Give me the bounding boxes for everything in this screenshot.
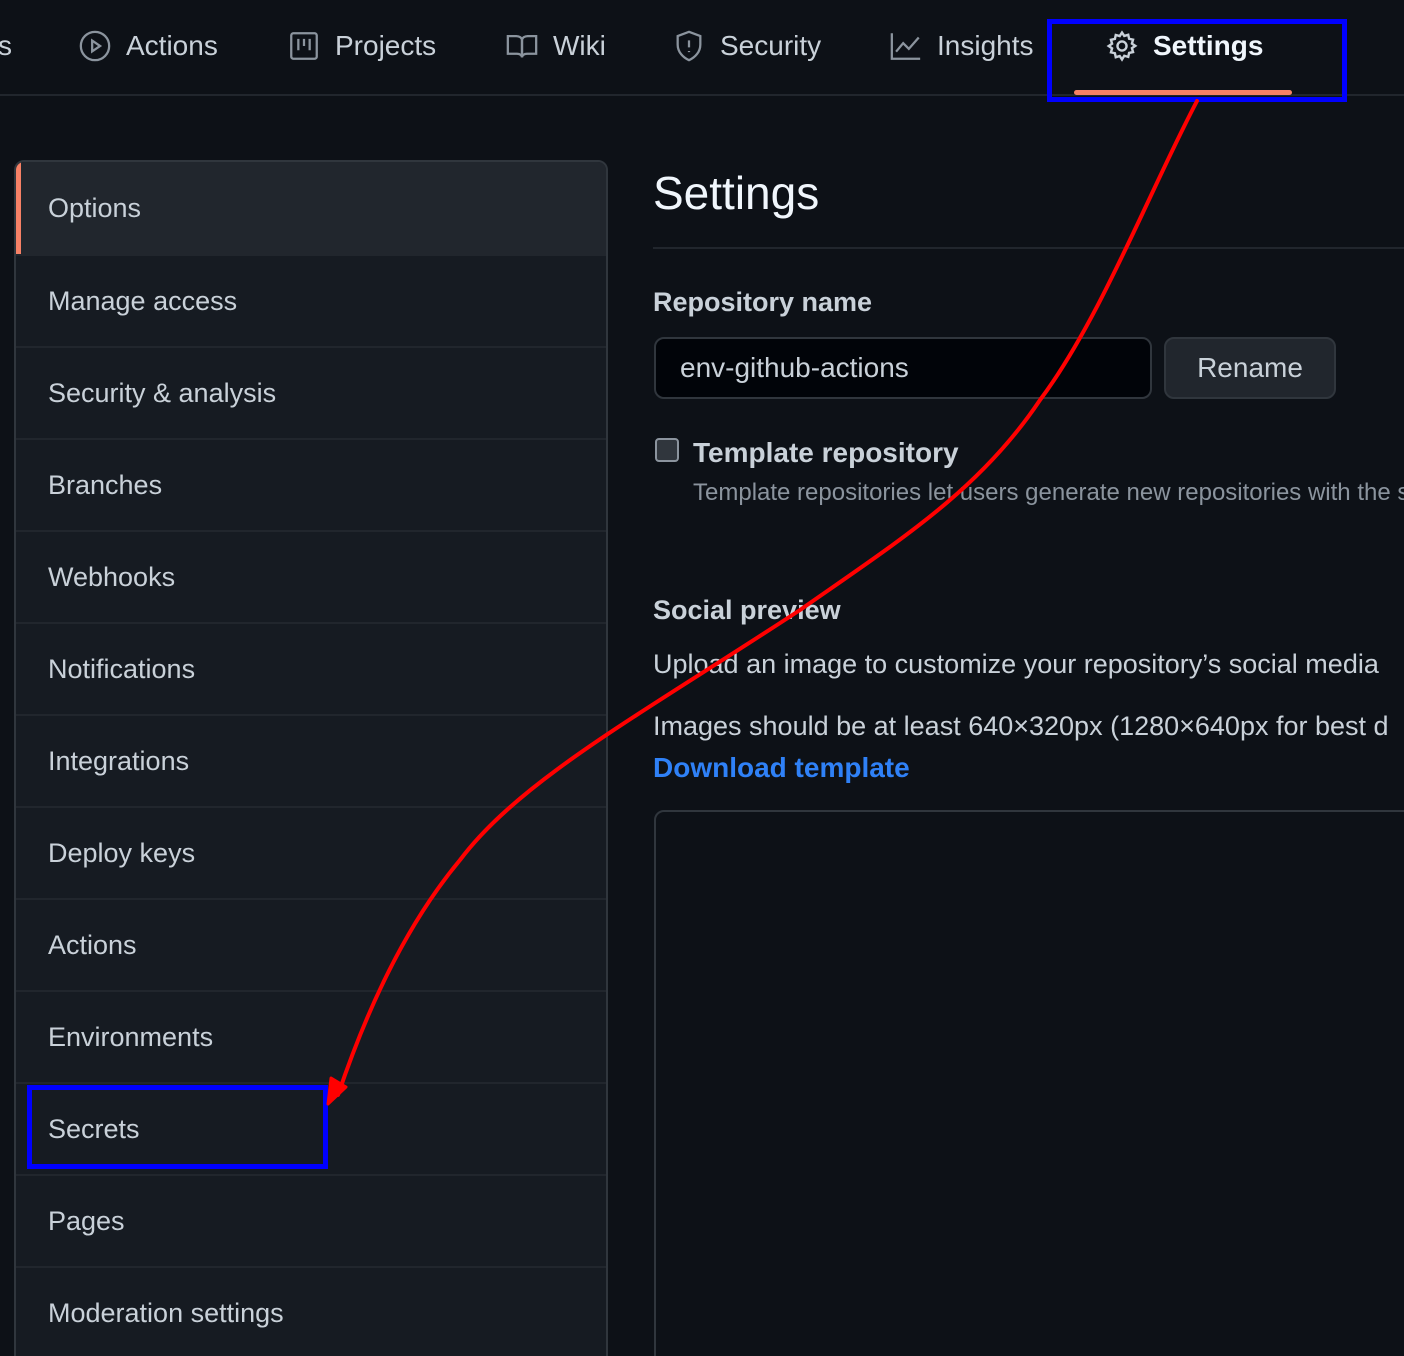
play-icon — [78, 29, 112, 63]
tab-projects[interactable]: Projects — [287, 26, 436, 66]
sidebar-item-label: Deploy keys — [48, 837, 196, 868]
sidebar-item-label: Actions — [48, 929, 137, 960]
sidebar-item-integrations[interactable]: Integrations — [16, 714, 606, 806]
sidebar-item-label: Options — [48, 192, 142, 223]
github-repo-settings-page: s Actions Projects Wiki Security Insight… — [0, 0, 1404, 1356]
image-size-hint: Images should be at least 640×320px (128… — [653, 711, 1389, 741]
tab-security[interactable]: Security — [672, 26, 821, 66]
sidebar-item-deploy-keys[interactable]: Deploy keys — [16, 806, 606, 898]
sidebar-item-manage-access[interactable]: Manage access — [16, 254, 606, 346]
tab-partial-label: s — [0, 30, 12, 61]
social-preview-image-area[interactable] — [654, 810, 1404, 1356]
sidebar-item-label: Moderation settings — [48, 1297, 284, 1328]
sidebar-item-label: Notifications — [48, 653, 196, 684]
settings-sidebar: Options Manage access Security & analysi… — [14, 160, 608, 1356]
sidebar-item-label: Pages — [48, 1205, 125, 1236]
sidebar-item-pages[interactable]: Pages — [16, 1174, 606, 1266]
tab-insights[interactable]: Insights — [889, 26, 1034, 66]
sidebar-item-actions[interactable]: Actions — [16, 898, 606, 990]
sidebar-item-notifications[interactable]: Notifications — [16, 622, 606, 714]
tab-actions[interactable]: Actions — [78, 26, 218, 66]
graph-icon — [889, 29, 923, 63]
book-icon — [505, 29, 539, 63]
sidebar-item-label: Manage access — [48, 285, 238, 316]
sidebar-item-label: Integrations — [48, 745, 190, 776]
template-repository-description: Template repositories let users generate… — [693, 479, 1404, 506]
sidebar-item-environments[interactable]: Environments — [16, 990, 606, 1082]
active-tab-underline — [1074, 90, 1292, 95]
project-board-icon — [287, 29, 321, 63]
social-preview-description: Upload an image to customize your reposi… — [653, 649, 1379, 679]
sidebar-item-label: Webhooks — [48, 561, 176, 592]
sidebar-item-options[interactable]: Options — [16, 162, 606, 254]
sidebar-item-webhooks[interactable]: Webhooks — [16, 530, 606, 622]
tab-wiki[interactable]: Wiki — [505, 26, 606, 66]
sidebar-item-security-analysis[interactable]: Security & analysis — [16, 346, 606, 438]
template-repository-label: Template repository — [693, 437, 959, 468]
rename-button[interactable]: Rename — [1164, 337, 1336, 399]
template-repository-checkbox[interactable] — [655, 438, 679, 462]
repo-name-label: Repository name — [653, 287, 873, 317]
repo-name-input[interactable] — [654, 337, 1152, 399]
tab-settings-label: Settings — [1153, 30, 1264, 61]
title-divider — [653, 247, 1404, 249]
sidebar-item-label: Environments — [48, 1021, 214, 1052]
download-template-link[interactable]: Download template — [653, 752, 910, 784]
tab-actions-label: Actions — [126, 30, 218, 61]
repo-tab-bar: s Actions Projects Wiki Security Insight… — [0, 0, 1404, 96]
gear-icon — [1105, 29, 1139, 63]
sidebar-item-label: Branches — [48, 469, 163, 500]
shield-icon — [672, 29, 706, 63]
tab-partial[interactable]: s — [0, 26, 12, 66]
sidebar-item-label: Secrets — [48, 1113, 140, 1144]
tab-wiki-label: Wiki — [553, 30, 606, 61]
page-title: Settings — [653, 167, 820, 219]
tab-insights-label: Insights — [937, 30, 1034, 61]
sidebar-item-moderation-settings[interactable]: Moderation settings — [16, 1266, 606, 1356]
tab-security-label: Security — [720, 30, 822, 61]
social-preview-heading: Social preview — [653, 595, 841, 625]
sidebar-item-branches[interactable]: Branches — [16, 438, 606, 530]
sidebar-item-label: Security & analysis — [48, 377, 277, 408]
tab-settings[interactable]: Settings — [1105, 26, 1263, 66]
tab-projects-label: Projects — [335, 30, 437, 61]
sidebar-item-secrets[interactable]: Secrets — [16, 1082, 606, 1174]
